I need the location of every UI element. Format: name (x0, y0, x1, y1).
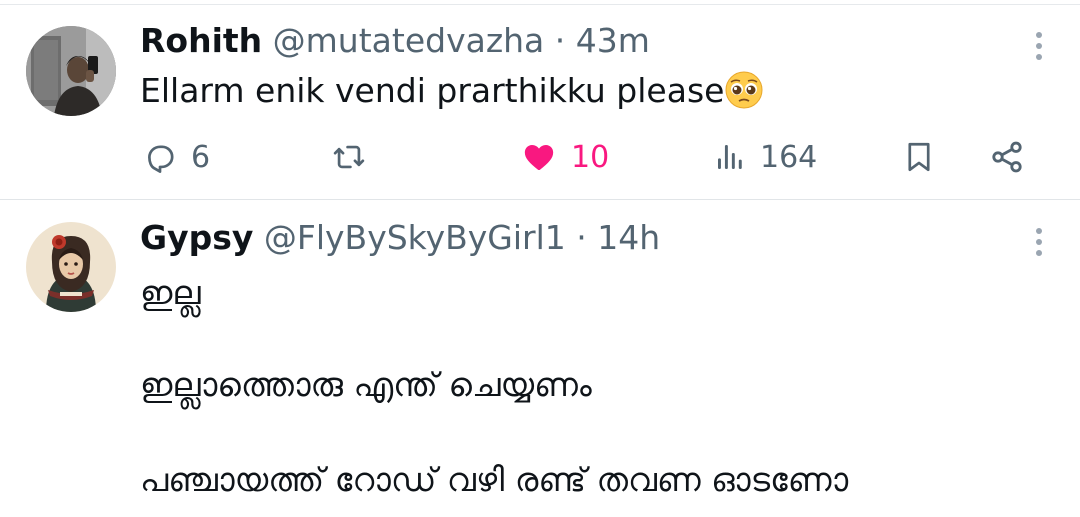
display-name[interactable]: Rohith (140, 21, 262, 60)
separator-dot: · (554, 21, 566, 60)
reply-button[interactable]: 6 (143, 135, 210, 179)
like-button[interactable]: 10 (521, 135, 609, 179)
repost-icon (331, 140, 367, 174)
tweet-text-line-1: ഇല്ല (140, 273, 201, 312)
pleading-face-emoji (724, 70, 764, 110)
tweet-2[interactable]: Gypsy @FlyBySkyByGirl1 · 14h ഇല്ല ഇല്ലാത… (0, 200, 1080, 517)
timestamp[interactable]: 14h (597, 218, 660, 257)
repost-button[interactable] (331, 135, 367, 179)
user-handle[interactable]: @mutatedvazha (273, 21, 545, 60)
tweet-1[interactable]: Rohith @mutatedvazha · 43m Ellarm enik v… (0, 0, 1080, 199)
share-button[interactable] (989, 135, 1025, 179)
views-count: 164 (760, 139, 818, 175)
timestamp[interactable]: 43m (576, 21, 650, 60)
more-options-icon[interactable] (1034, 228, 1044, 256)
display-name[interactable]: Gypsy (140, 218, 253, 257)
tweet-text-content: Ellarm enik vendi prarthikku please (140, 71, 725, 110)
heart-icon (521, 140, 557, 174)
more-options-icon[interactable] (1034, 32, 1044, 60)
tweet-header: Gypsy @FlyBySkyByGirl1 · 14h (140, 218, 660, 258)
user-handle[interactable]: @FlyBySkyByGirl1 (264, 218, 566, 257)
tweet-actions: 6 10 164 (0, 135, 1080, 179)
avatar[interactable] (26, 222, 116, 312)
like-count: 10 (571, 139, 610, 175)
separator-dot: · (576, 218, 587, 257)
share-icon (989, 139, 1025, 175)
bookmark-icon (902, 139, 936, 175)
reply-count: 6 (191, 139, 211, 175)
avatar[interactable] (26, 26, 116, 116)
bookmark-button[interactable] (902, 135, 936, 179)
views-button[interactable]: 164 (714, 135, 817, 179)
tweet-text-line-3: പഞ്ചായത്ത് റോഡ് വഴി രണ്ട് തവണ ഓടണോ (140, 460, 849, 499)
tweet-text: Ellarm enik vendi prarthikku please (140, 70, 764, 111)
tweet-text-line-2: ഇല്ലാത്തൊരു എന്ത് ചെയ്യണം (140, 365, 592, 404)
tweet-header: Rohith @mutatedvazha · 43m (140, 21, 650, 61)
reply-icon (143, 140, 177, 174)
views-icon (714, 140, 746, 174)
